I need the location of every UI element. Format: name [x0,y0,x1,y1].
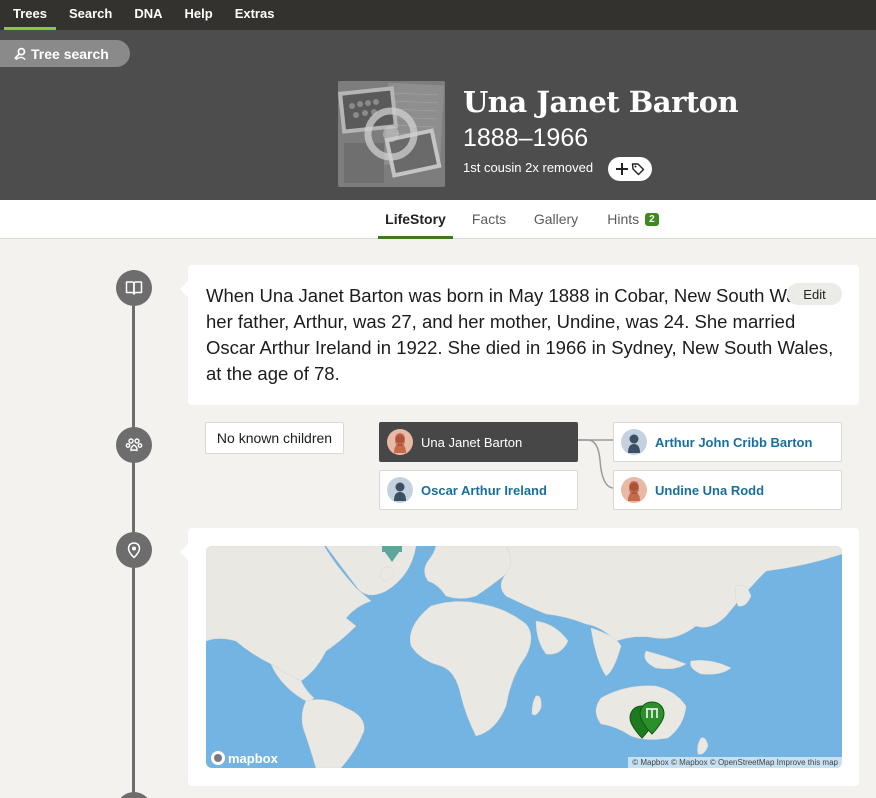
timeline-map-node[interactable] [116,532,152,568]
tab-gallery-label: Gallery [533,211,579,227]
father-person-name: Arthur John Cribb Barton [655,434,813,450]
mother-person-card[interactable]: Undine Una Rodd [613,470,842,510]
father-person-card[interactable]: Arthur John Cribb Barton [613,422,842,462]
person-name: Una Janet Barton [463,85,739,119]
tab-lifestory-label: LifeStory [385,211,446,227]
profile-photo[interactable] [338,81,445,187]
tree-search-button[interactable]: Tree search [0,40,130,67]
no-children-card: No known children [205,422,344,454]
nav-help-label: Help [184,6,213,21]
nav-extras[interactable]: Extras [224,0,286,30]
tab-facts[interactable]: Facts [463,200,515,238]
nav-search-label: Search [68,6,113,21]
timeline-next-node[interactable] [116,792,152,798]
edit-story-button[interactable]: Edit [787,283,842,305]
tab-gallery[interactable]: Gallery [526,200,586,238]
nav-trees[interactable]: Trees [2,0,58,30]
timeline-family-node[interactable] [116,427,152,463]
spouse-person-card[interactable]: Oscar Arthur Ireland [379,470,578,510]
tab-lifestory[interactable]: LifeStory [378,200,453,239]
family-connector-lines [578,439,614,489]
self-person-card[interactable]: Una Janet Barton [379,422,578,462]
lifestory-card: When Una Janet Barton was born in May 18… [180,265,859,405]
mapbox-logo-label: mapbox [228,750,278,766]
book-icon [125,281,143,295]
person-header: Tree search Una Janet Barton 1888–1966 1… [0,30,876,200]
person-dates: 1888–1966 [463,124,589,152]
add-tag-button[interactable] [608,157,652,181]
tree-search-label: Tree search [31,45,109,62]
map-card: mapbox © Mapbox © Mapbox © OpenStreetMap… [180,528,859,786]
female-avatar-icon [621,477,647,503]
nav-dna[interactable]: DNA [123,0,173,30]
tab-hints-label: Hints [607,211,640,227]
world-map[interactable]: mapbox © Mapbox © Mapbox © OpenStreetMap… [206,546,842,768]
plus-icon [616,163,628,175]
tab-hints[interactable]: Hints 2 [598,200,668,238]
nav-trees-label: Trees [13,6,47,21]
mother-person-name: Undine Una Rodd [655,482,765,498]
map-attribution[interactable]: © Mapbox © Mapbox © OpenStreetMap Improv… [628,757,842,768]
mapbox-logo[interactable]: mapbox [210,750,278,766]
nav-extras-label: Extras [234,6,275,21]
nav-dna-label: DNA [134,6,163,21]
lifestory-text: When Una Janet Barton was born in May 18… [206,285,834,384]
male-avatar-icon [621,429,647,455]
world-map-image [206,546,842,768]
female-avatar-icon [387,429,413,455]
profile-photo-image [338,81,445,187]
top-navigation: Trees Search DNA Help Extras [0,0,876,30]
relationship-label: 1st cousin 2x removed [463,160,594,175]
timeline-story-node[interactable] [116,270,152,306]
spouse-person-name: Oscar Arthur Ireland [421,482,547,498]
self-person-name: Una Janet Barton [421,434,523,450]
nav-search[interactable]: Search [58,0,123,30]
male-avatar-icon [387,477,413,503]
profile-tabs: LifeStory Facts Gallery Hints 2 [0,200,876,239]
location-pin-icon [127,541,141,559]
mapbox-logo-icon [211,751,225,765]
search-person-icon [14,47,26,60]
tab-facts-label: Facts [471,211,507,227]
hints-count-badge: 2 [645,212,659,226]
nav-help[interactable]: Help [174,0,224,30]
tag-icon [631,163,645,176]
paw-family-icon [125,438,143,452]
